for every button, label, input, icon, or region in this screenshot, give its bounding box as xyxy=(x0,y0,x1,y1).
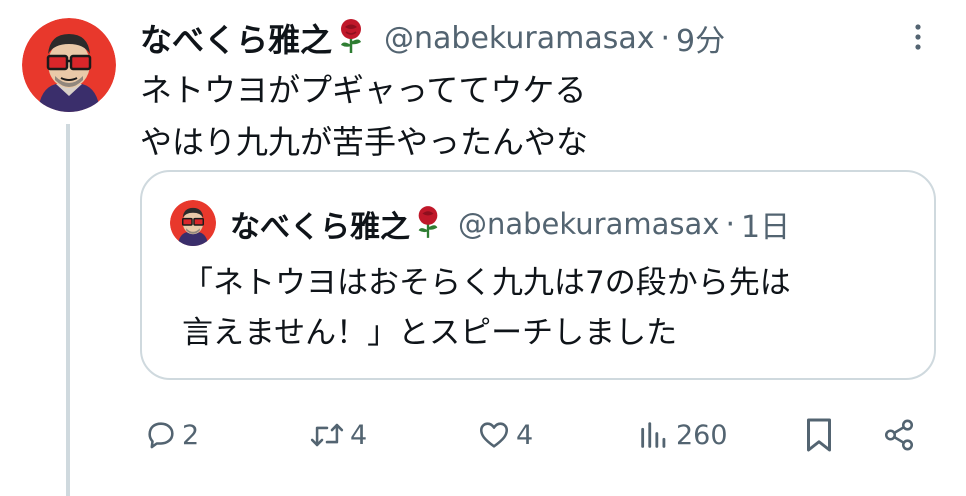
author-handle[interactable]: @nabekuramasax xyxy=(384,21,654,56)
avatar-image xyxy=(170,200,216,246)
post-time[interactable]: 9分 xyxy=(676,16,725,60)
action-bar: 2 4 4 260 xyxy=(140,410,930,460)
separator-dot: · xyxy=(660,20,671,56)
reply-button[interactable]: 2 xyxy=(144,410,199,460)
quoted-post-time: 1日 xyxy=(741,210,791,245)
bookmark-button[interactable] xyxy=(804,410,834,460)
views-button[interactable]: 260 xyxy=(636,410,728,460)
rose-icon xyxy=(336,18,366,58)
post-text: ネトウヨがプギャっててウケる やはり九九が苦手やったんやな xyxy=(140,64,588,168)
separator-dot: · xyxy=(725,206,735,242)
quoted-author-handle: @nabekuramasax xyxy=(458,207,720,241)
quoted-author-avatar xyxy=(170,200,216,246)
quoted-author-name: なべくら雅之 xyxy=(230,210,410,245)
quoted-post-text: 「ネトウヨはおそらく九九は7の段から先は 言えません！」とスピーチしました xyxy=(182,258,791,358)
quoted-post-card[interactable]: なべくら雅之 @nabekuramasax · 1日 「ネトウヨはおそらく九九は… xyxy=(140,170,936,380)
repost-button[interactable]: 4 xyxy=(308,410,367,460)
quoted-post-header: なべくら雅之 @nabekuramasax · 1日 xyxy=(230,194,790,254)
thread-line xyxy=(66,124,70,496)
post-text-line: ネトウヨがプギャっててウケる xyxy=(140,71,587,109)
quoted-text-line: 言えません！」とスピーチしました xyxy=(182,315,678,351)
more-vertical-icon[interactable] xyxy=(904,22,932,52)
share-button[interactable] xyxy=(882,410,916,460)
bookmark-icon xyxy=(807,418,831,452)
repost-icon xyxy=(310,423,344,447)
reply-count: 2 xyxy=(182,419,200,451)
share-icon xyxy=(884,419,914,451)
rose-icon xyxy=(414,205,442,243)
avatar-image xyxy=(22,18,116,112)
like-button[interactable]: 4 xyxy=(476,410,533,460)
author-avatar[interactable] xyxy=(22,18,116,112)
post-header: なべくら雅之 @nabekuramasax · 9分 xyxy=(140,10,725,66)
like-icon xyxy=(479,422,509,448)
like-count: 4 xyxy=(516,419,534,451)
tweet: なべくら雅之 @nabekuramasax · 9分 ネトウヨがプギャっててウケ… xyxy=(0,0,966,496)
post-text-line: やはり九九が苦手やったんやな xyxy=(140,123,589,161)
repost-count: 4 xyxy=(350,419,368,451)
author-name[interactable]: なべくら雅之 xyxy=(140,15,332,61)
reply-icon xyxy=(148,422,174,449)
views-count: 260 xyxy=(676,419,728,451)
quoted-text-line: 「ネトウヨはおそらく九九は7の段から先は xyxy=(182,265,791,301)
views-icon xyxy=(641,422,666,448)
